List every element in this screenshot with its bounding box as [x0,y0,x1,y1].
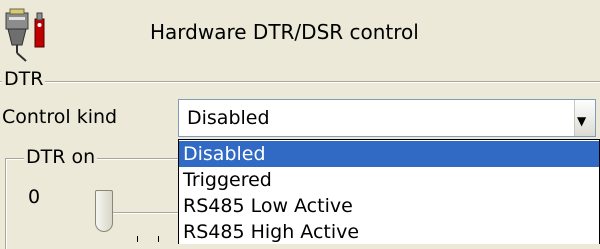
option-triggered[interactable]: Triggered [179,167,599,193]
chevron-down-icon: ▼ [577,114,587,128]
hardware-port-icon [2,7,68,69]
page-title: Hardware DTR/DSR control [150,20,419,44]
dtr-on-group-label: DTR on [24,146,98,168]
control-kind-combobox[interactable]: Disabled ▼ [178,99,596,137]
slider-tick [158,236,159,242]
dtr-group-divider [0,81,600,83]
dtr-group-label: DTR [2,68,46,90]
slider-min-label: 0 [28,186,41,208]
control-kind-value: Disabled [187,107,270,129]
option-rs485-high-active[interactable]: RS485 High Active [179,219,599,245]
control-kind-label: Control kind [2,106,118,128]
option-rs485-low-active[interactable]: RS485 Low Active [179,193,599,219]
slider-thumb[interactable] [95,190,113,232]
slider-tick [137,236,138,242]
slider-track [113,212,178,214]
control-kind-dropdown-list[interactable]: Disabled Triggered RS485 Low Active RS48… [178,139,600,244]
dropdown-button[interactable]: ▼ [574,100,595,136]
option-disabled[interactable]: Disabled [179,141,599,167]
